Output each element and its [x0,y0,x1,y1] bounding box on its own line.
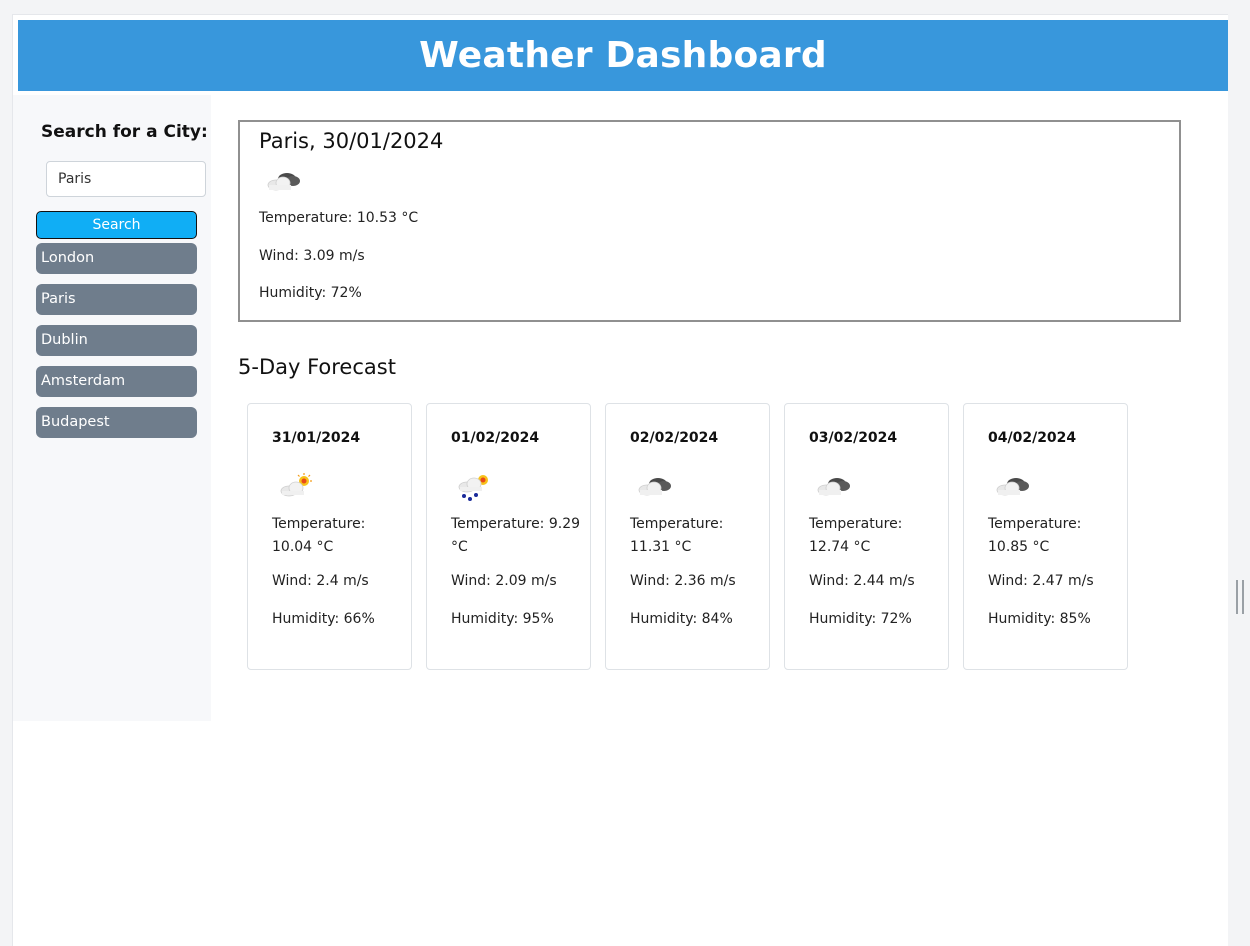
forecast-date: 01/02/2024 [451,430,540,446]
forecast-date: 04/02/2024 [988,430,1077,446]
forecast-humidity: Humidity: 85% [988,611,1091,627]
forecast-humidity: Humidity: 84% [630,611,733,627]
rain-sun-icon [454,472,498,502]
forecast-date: 03/02/2024 [809,430,898,446]
city-button-budapest[interactable]: Budapest [36,407,197,438]
forecast-humidity: Humidity: 72% [809,611,912,627]
forecast-card: 03/02/2024 Temperature: 12.74 °C Wind: 2… [784,403,949,670]
forecast-temperature: Temperature: 9.29 °C [451,516,581,555]
forecast-cards: 31/01/2024 Temperature: 10.04 °C Wind: 2… [247,403,1142,670]
forecast-wind: Wind: 2.47 m/s [988,573,1094,589]
forecast-card: 01/02/2024 Temperature: 9.29 °C Wind: 2.… [426,403,591,670]
resize-handle[interactable] [1236,580,1244,614]
city-button-dublin[interactable]: Dublin [36,325,197,356]
forecast-humidity: Humidity: 95% [451,611,554,627]
cloudy-icon [262,168,306,196]
forecast-title: 5-Day Forecast [238,355,396,379]
forecast-temperature: Temperature: 10.04 °C [272,516,366,555]
cloudy-icon [812,472,856,502]
page-title: Weather Dashboard [419,35,827,76]
forecast-date: 02/02/2024 [630,430,719,446]
current-temperature: Temperature: 10.53 °C [259,210,419,226]
resize-handle-bar [1242,580,1244,614]
current-weather-card: Paris, 30/01/2024 Temperature: 10.53 °C … [238,120,1181,322]
forecast-wind: Wind: 2.09 m/s [451,573,557,589]
search-button[interactable]: Search [36,211,197,239]
forecast-wind: Wind: 2.36 m/s [630,573,736,589]
forecast-wind: Wind: 2.44 m/s [809,573,915,589]
forecast-humidity: Humidity: 66% [272,611,375,627]
current-wind: Wind: 3.09 m/s [259,248,365,264]
forecast-temperature: Temperature: 11.31 °C [630,516,724,555]
forecast-card: 02/02/2024 Temperature: 11.31 °C Wind: 2… [605,403,770,670]
forecast-temperature: Temperature: 10.85 °C [988,516,1082,555]
search-heading: Search for a City: [41,122,208,142]
forecast-temperature: Temperature: 12.74 °C [809,516,903,555]
forecast-card: 04/02/2024 Temperature: 10.85 °C Wind: 2… [963,403,1128,670]
city-search-input[interactable] [46,161,206,197]
page: Weather Dashboard Search for a City: Sea… [12,14,1228,946]
partly-sunny-icon [275,472,319,502]
forecast-wind: Wind: 2.4 m/s [272,573,369,589]
search-history: London Paris Dublin Amsterdam Budapest [36,243,197,448]
city-button-london[interactable]: London [36,243,197,274]
app-header: Weather Dashboard [18,20,1228,91]
forecast-card: 31/01/2024 Temperature: 10.04 °C Wind: 2… [247,403,412,670]
current-city-date: Paris, 30/01/2024 [259,129,444,153]
city-button-paris[interactable]: Paris [36,284,197,315]
forecast-date: 31/01/2024 [272,430,361,446]
current-humidity: Humidity: 72% [259,285,362,301]
cloudy-icon [633,472,677,502]
city-button-amsterdam[interactable]: Amsterdam [36,366,197,397]
cloudy-icon [991,472,1035,502]
resize-handle-bar [1236,580,1238,614]
sidebar: Search for a City: Search London Paris D… [13,95,211,721]
